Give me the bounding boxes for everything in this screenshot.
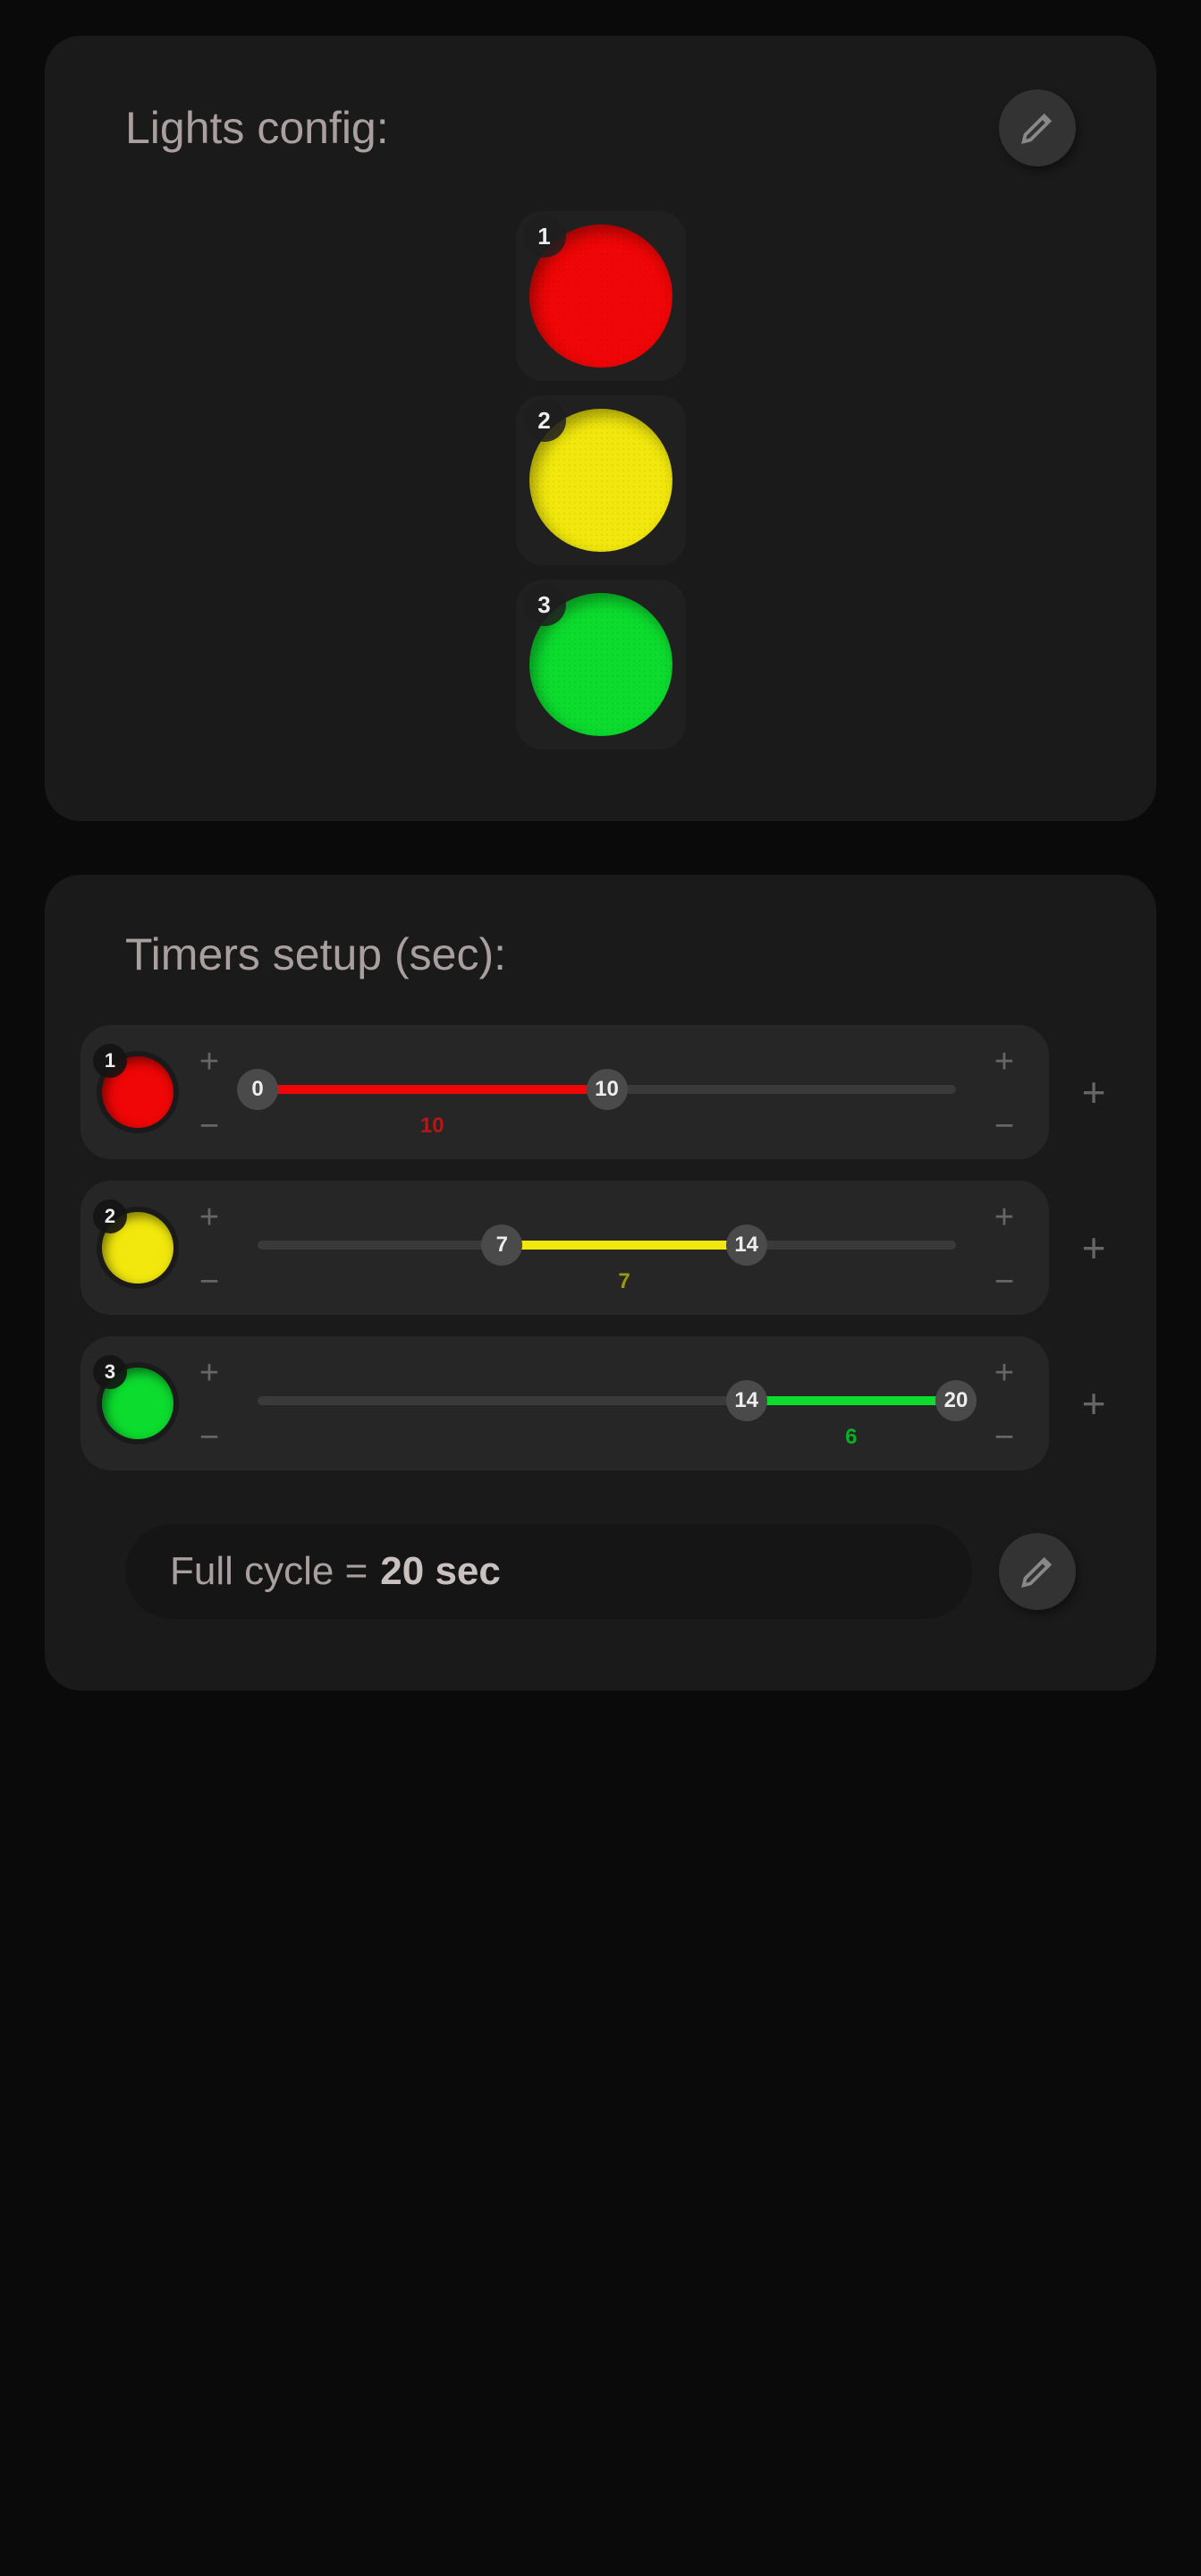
end-stepper: +− (986, 1041, 1022, 1143)
timer-card: 3+−14206+− (80, 1336, 1049, 1470)
pencil-icon (1017, 1551, 1058, 1592)
timer-light[interactable]: 2 (97, 1207, 179, 1289)
slider-range (502, 1241, 746, 1250)
timers-title: Timers setup (sec): (125, 928, 506, 980)
slider-range (258, 1085, 607, 1094)
timer-card: 2+−7147+− (80, 1181, 1049, 1315)
light-box-red[interactable]: 1 (516, 211, 686, 381)
plus-icon[interactable]: + (994, 1356, 1014, 1390)
minus-icon[interactable]: − (199, 1109, 219, 1143)
range-slider[interactable]: 14 20 6 (240, 1359, 974, 1448)
light-badge: 1 (523, 215, 566, 258)
slider-thumb-end[interactable]: 14 (726, 1224, 767, 1266)
start-stepper: +− (191, 1352, 227, 1454)
end-stepper: +− (986, 1352, 1022, 1454)
add-row-button[interactable]: + (1067, 1065, 1121, 1119)
plus-icon[interactable]: + (199, 1356, 219, 1390)
timer-light[interactable]: 3 (97, 1362, 179, 1445)
minus-icon[interactable]: − (199, 1265, 219, 1299)
start-stepper: +− (191, 1197, 227, 1299)
timer-row-3: 3+−14206+−+ (80, 1336, 1121, 1470)
range-slider[interactable]: 7 14 7 (240, 1203, 974, 1292)
range-span-label: 10 (420, 1114, 444, 1139)
light-badge: 3 (523, 583, 566, 626)
timer-row-2: 2+−7147+−+ (80, 1181, 1121, 1315)
plus-icon[interactable]: + (994, 1200, 1014, 1234)
lights-config-panel: Lights config: 1 2 3 (45, 36, 1156, 821)
timer-light[interactable]: 1 (97, 1051, 179, 1133)
slider-thumb-end[interactable]: 20 (935, 1380, 977, 1421)
slider-thumb-end[interactable]: 10 (587, 1069, 628, 1110)
full-cycle-row: Full cycle = 20 sec (125, 1524, 1076, 1619)
timer-badge: 3 (93, 1355, 127, 1389)
edit-lights-button[interactable] (999, 89, 1076, 166)
plus-icon[interactable]: + (199, 1045, 219, 1079)
full-cycle-prefix: Full cycle = (170, 1549, 368, 1594)
traffic-light-column: 1 2 3 (125, 211, 1076, 750)
full-cycle-pill: Full cycle = 20 sec (125, 1524, 972, 1619)
edit-cycle-button[interactable] (999, 1533, 1076, 1610)
minus-icon[interactable]: − (994, 1109, 1014, 1143)
timer-badge: 2 (93, 1199, 127, 1233)
timers-title-row: Timers setup (sec): (125, 928, 1076, 980)
minus-icon[interactable]: − (199, 1420, 219, 1454)
timers-list: 1+−01010+−+2+−7147+−+3+−14206+−+ (80, 1025, 1121, 1470)
light-box-green[interactable]: 3 (516, 580, 686, 750)
add-row-button[interactable]: + (1067, 1377, 1121, 1430)
slider-range (747, 1396, 956, 1405)
slider-thumb-start[interactable]: 7 (481, 1224, 522, 1266)
timer-row-1: 1+−01010+−+ (80, 1025, 1121, 1159)
plus-icon[interactable]: + (199, 1200, 219, 1234)
range-span-label: 7 (618, 1269, 630, 1294)
lights-config-title: Lights config: (125, 102, 389, 154)
timer-badge: 1 (93, 1044, 127, 1078)
light-badge: 2 (523, 399, 566, 442)
end-stepper: +− (986, 1197, 1022, 1299)
timers-panel: Timers setup (sec): 1+−01010+−+2+−7147+−… (45, 875, 1156, 1690)
full-cycle-value: 20 sec (380, 1549, 501, 1594)
minus-icon[interactable]: − (994, 1265, 1014, 1299)
light-box-yellow[interactable]: 2 (516, 395, 686, 565)
range-span-label: 6 (845, 1425, 857, 1450)
start-stepper: +− (191, 1041, 227, 1143)
add-row-button[interactable]: + (1067, 1221, 1121, 1275)
slider-thumb-start[interactable]: 14 (726, 1380, 767, 1421)
slider-thumb-start[interactable]: 0 (237, 1069, 278, 1110)
minus-icon[interactable]: − (994, 1420, 1014, 1454)
timer-card: 1+−01010+− (80, 1025, 1049, 1159)
lights-config-title-row: Lights config: (125, 89, 1076, 166)
range-slider[interactable]: 0 10 10 (240, 1047, 974, 1137)
plus-icon[interactable]: + (994, 1045, 1014, 1079)
pencil-icon (1017, 107, 1058, 148)
